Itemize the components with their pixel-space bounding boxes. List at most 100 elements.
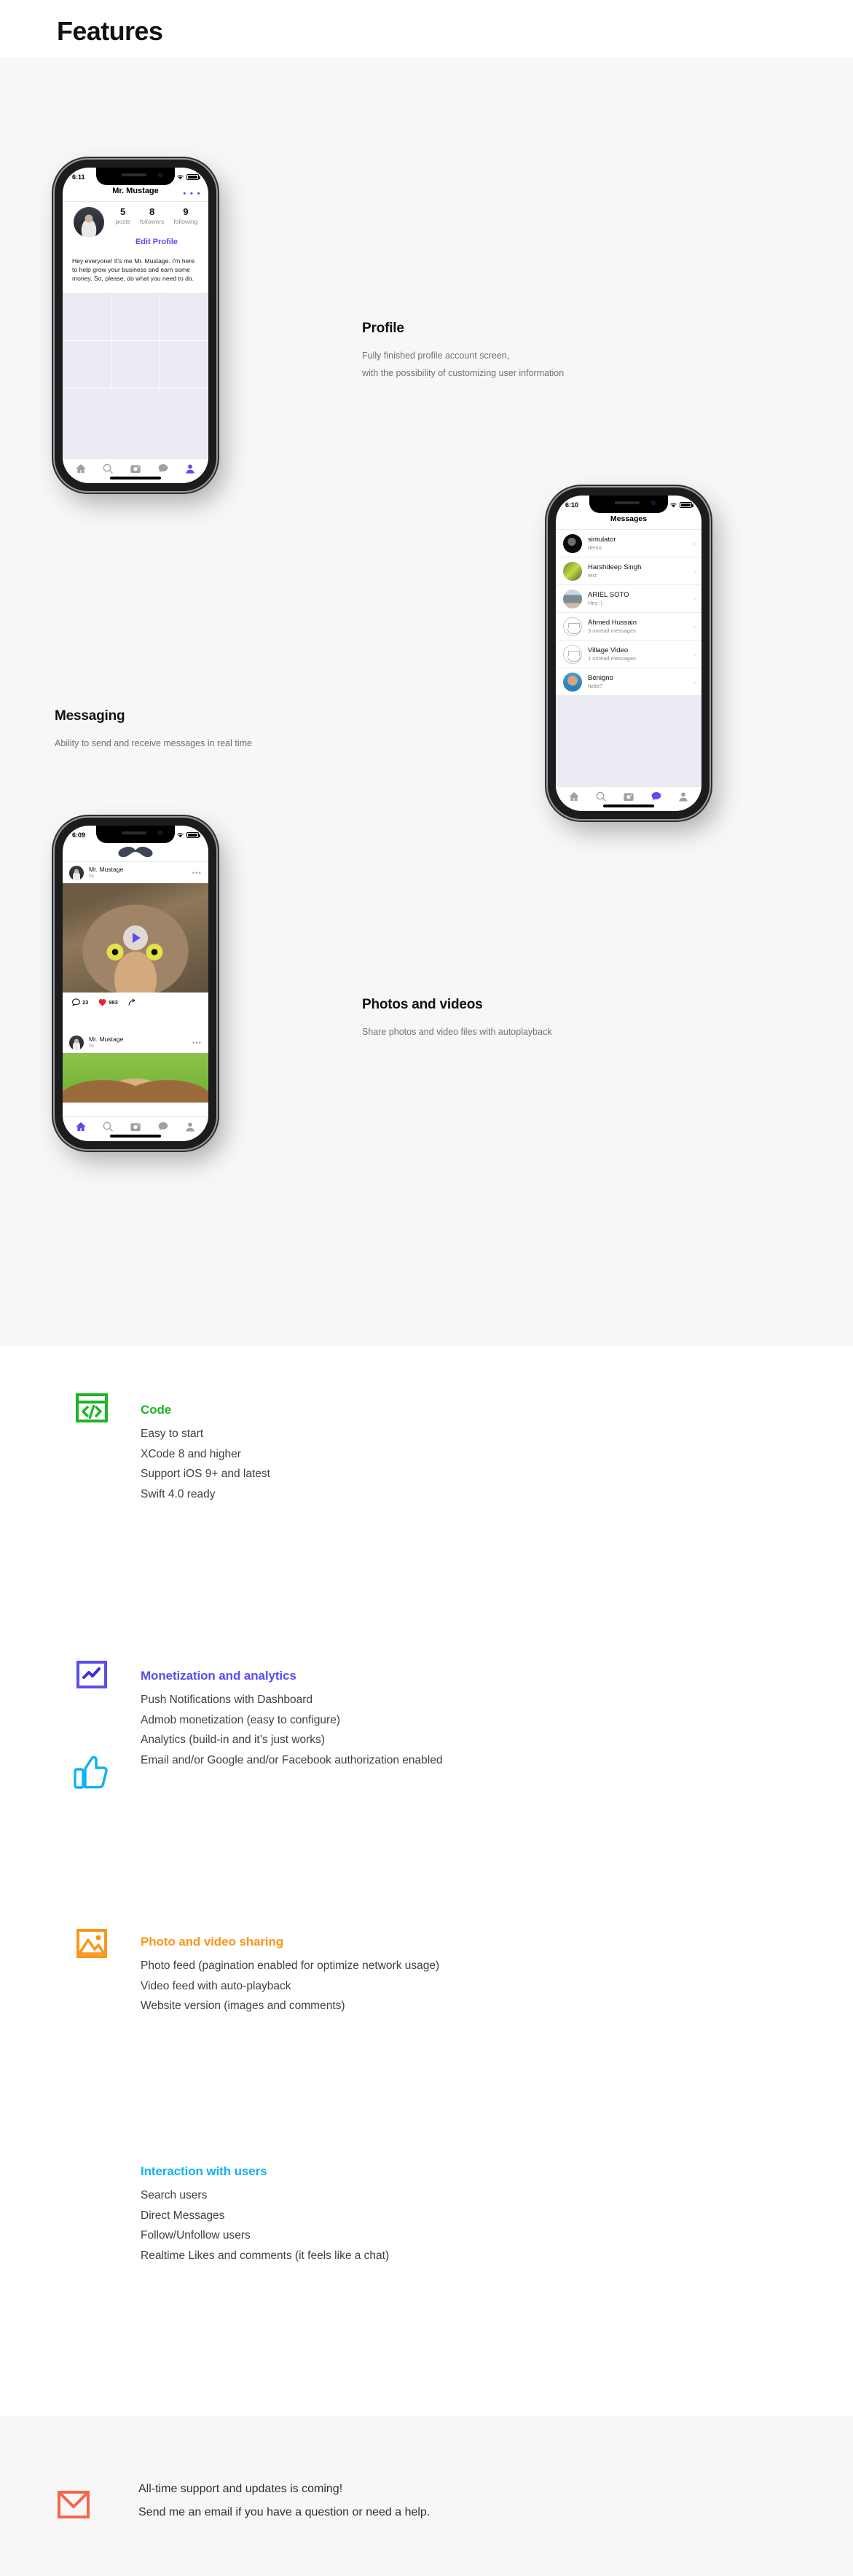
stat-following[interactable]: 9 following	[173, 206, 198, 225]
profile-icon[interactable]	[184, 463, 196, 474]
search-icon[interactable]	[102, 463, 114, 474]
caption-line-2: with the possibility of customizing user…	[362, 368, 565, 379]
phone-mockup-feed: 6:09 •••• Mr. Mustage 0s	[55, 818, 216, 1149]
post-more-icon[interactable]: •••	[192, 1039, 202, 1046]
profile-icon[interactable]	[677, 791, 689, 802]
feature-title: Interaction with users	[141, 2164, 267, 2178]
conversation-preview: Hey :)	[588, 599, 603, 606]
search-icon[interactable]	[102, 1121, 114, 1132]
profile-more-icon[interactable]: • • •	[183, 189, 201, 198]
camera-icon[interactable]	[130, 1121, 141, 1132]
camera-icon[interactable]	[623, 791, 634, 802]
avatar	[563, 589, 582, 608]
message-row[interactable]: Village Video 1 unread messages ›	[556, 641, 701, 668]
message-row[interactable]: Ahmed Hussain 3 unread messages ›	[556, 613, 701, 641]
grid-thumb-cat[interactable]	[63, 294, 111, 340]
feature-item: Direct Messages	[141, 2209, 225, 2222]
conversation-preview: 3 unread messages	[588, 627, 636, 634]
avatar	[563, 561, 582, 581]
home-icon[interactable]	[75, 463, 87, 474]
post-separator	[63, 1011, 208, 1032]
avatar	[563, 616, 582, 636]
envelope-icon	[58, 2491, 90, 2518]
stat-label: following	[173, 217, 198, 225]
image-mountain-icon	[76, 1929, 107, 1958]
conversation-preview: 1 unread messages	[588, 654, 636, 662]
post-actions: 23 983	[63, 993, 208, 1011]
post-more-icon[interactable]: •••	[192, 869, 202, 877]
footer-text: All-time support and updates is coming! …	[138, 2478, 430, 2524]
profile-stats: 5 posts 8 followers 9 following	[111, 206, 203, 225]
grid-thumb-dog[interactable]	[111, 294, 160, 340]
wifi-icon	[177, 833, 184, 838]
message-row[interactable]: simulator demo ›	[556, 530, 701, 557]
stat-followers[interactable]: 8 followers	[140, 206, 165, 225]
stat-posts: 5 posts	[115, 206, 130, 225]
conversation-preview: test	[588, 571, 597, 579]
message-row[interactable]: Benigno hello? ›	[556, 668, 701, 696]
play-button-icon[interactable]	[123, 925, 148, 950]
feature-item: Push Notifications with Dashboard	[141, 1694, 313, 1706]
battery-icon	[186, 832, 200, 838]
footer-line-2: Send me an email if you have a question …	[138, 2506, 431, 2518]
feature-group-monetization: Monetization and analytics Push Notifica…	[141, 1669, 442, 1770]
wifi-icon	[670, 503, 677, 508]
post-media-video[interactable]	[63, 883, 208, 993]
share-action[interactable]	[127, 998, 137, 1007]
comment-action[interactable]: 23	[71, 998, 88, 1007]
chat-bubble-icon[interactable]	[157, 1121, 169, 1132]
search-icon[interactable]	[595, 791, 607, 802]
stat-label: posts	[115, 217, 130, 225]
feed-screen: 6:09 •••• Mr. Mustage 0s	[63, 826, 208, 1141]
home-icon[interactable]	[568, 791, 580, 802]
chevron-right-icon: ›	[693, 595, 696, 603]
chevron-right-icon: ›	[693, 650, 696, 658]
caption-heading: Profile	[362, 321, 404, 336]
post-time: 0s	[89, 1043, 95, 1049]
post-media-photo[interactable]	[63, 1053, 208, 1103]
mustache-logo-icon	[63, 846, 208, 861]
caption-heading: Photos and videos	[362, 997, 483, 1012]
messages-screen: 6:10 •••• Messages simulator demo	[556, 496, 701, 811]
camera-icon[interactable]	[130, 463, 141, 474]
analytics-chart-icon	[76, 1661, 107, 1688]
like-action[interactable]: 983	[98, 998, 118, 1007]
status-time: 6:09	[72, 831, 86, 839]
message-row[interactable]: ARIEL SOTO Hey :) ›	[556, 585, 701, 613]
profile-photo-grid	[63, 294, 208, 388]
feature-group-interaction: Interaction with users Search users Dire…	[141, 2164, 389, 2266]
battery-icon	[186, 174, 200, 180]
wifi-icon	[177, 175, 184, 180]
feature-title: Code	[141, 1403, 172, 1417]
chat-bubble-icon[interactable]	[157, 463, 169, 474]
battery-icon	[680, 502, 693, 508]
grid-thumb-boxes[interactable]	[111, 341, 160, 388]
edit-profile-button[interactable]: Edit Profile	[111, 238, 203, 246]
grid-thumb-car[interactable]	[160, 294, 208, 340]
profile-icon[interactable]	[184, 1121, 196, 1132]
chevron-right-icon: ›	[693, 622, 696, 630]
status-time: 6:11	[72, 173, 85, 181]
chat-bubble-icon[interactable]	[650, 791, 662, 802]
conversation-preview: hello?	[588, 682, 603, 689]
message-row[interactable]: Harshdeep Singh test ›	[556, 557, 701, 585]
conversation-name: Benigno	[588, 673, 613, 682]
caption-messaging: Messaging Ability to send and receive me…	[55, 708, 419, 752]
profile-bio: Hey everyone! It's me Mr. Mustage. I'm h…	[72, 257, 195, 283]
grid-thumb-doge[interactable]	[63, 341, 111, 388]
home-indicator	[110, 1135, 161, 1138]
notch	[96, 826, 175, 843]
conversation-name: ARIEL SOTO	[588, 590, 629, 599]
feature-item: Email and/or Google and/or Facebook auth…	[141, 1753, 443, 1766]
home-icon[interactable]	[75, 1121, 87, 1132]
feature-title: Photo and video sharing	[141, 1935, 284, 1949]
status-time: 6:10	[565, 501, 579, 509]
conversation-name: Harshdeep Singh	[588, 563, 642, 571]
feature-item: Swift 4.0 ready	[141, 1487, 216, 1500]
grid-thumb-empty	[160, 341, 208, 388]
speaker-grille	[121, 173, 147, 176]
caption-heading: Messaging	[55, 708, 125, 724]
footer-line-1: All-time support and updates is coming!	[138, 2483, 343, 2495]
chevron-right-icon: ›	[693, 678, 696, 686]
front-camera	[157, 173, 162, 177]
